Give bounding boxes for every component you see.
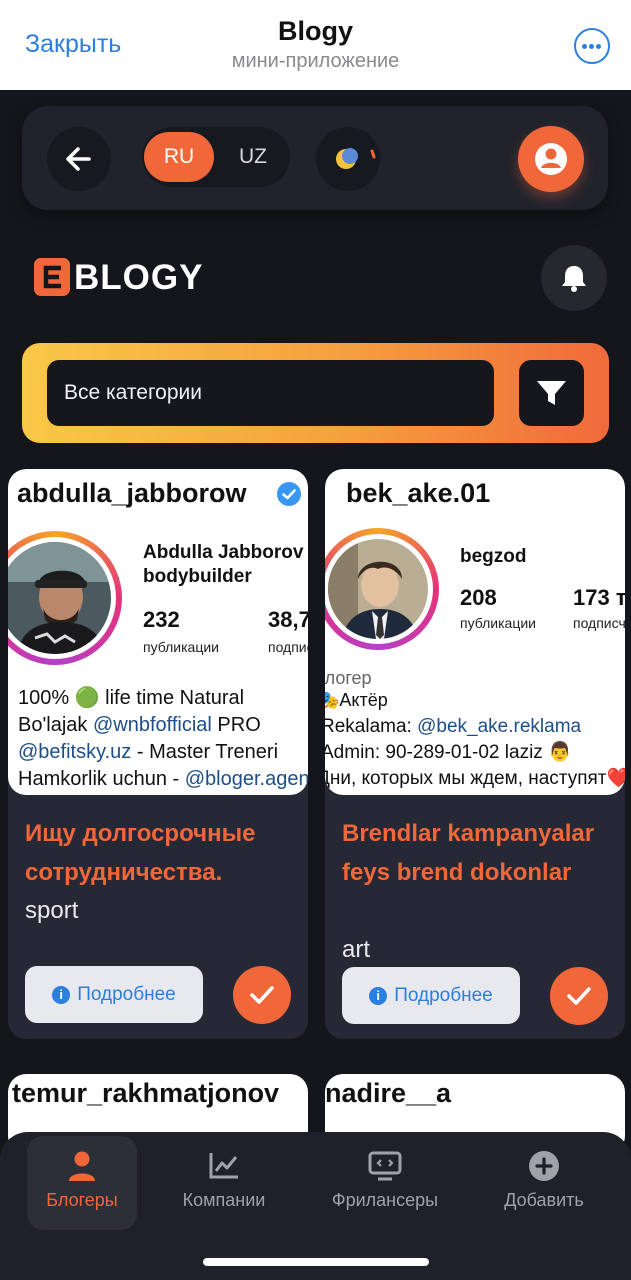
bio-line: @befitsky.uz - Master Treneri [18, 741, 279, 763]
category-select[interactable]: Все категории [47, 360, 494, 426]
blogger-card: abdulla_jabborow Abdulla Jabborov bodybu… [8, 469, 308, 1039]
app-subtitle: мини-приложение [231, 50, 400, 72]
more-options-icon[interactable] [574, 28, 610, 64]
bio-line: 🎭Актёр [325, 690, 388, 710]
notifications-button[interactable] [541, 245, 607, 311]
filter-bar: Все категории [22, 343, 609, 443]
telegram-header: Закрыть Blogy мини-приложение [0, 0, 631, 90]
followers-count: 38,7 [268, 607, 308, 632]
chart-icon [209, 1153, 238, 1179]
bell-icon [562, 266, 586, 292]
check-icon [250, 986, 274, 1004]
plus-circle-icon [529, 1151, 559, 1181]
display-name: Abdulla Jabborov [143, 542, 304, 563]
avatar-photo [328, 539, 428, 639]
lang-uz-button[interactable]: UZ [228, 132, 278, 182]
card-category: art [342, 936, 371, 963]
followers-label: подписчики [268, 639, 308, 655]
funnel-icon [537, 381, 566, 405]
nav-label: Добавить [504, 1190, 584, 1210]
bio-line: Rekalama: @bek_ake.reklama [325, 716, 582, 737]
nav-label: Блогеры [46, 1190, 118, 1210]
card-title: Brendlar kampanyalar feys brend dokonlar [342, 820, 595, 886]
user-icon [69, 1151, 95, 1181]
display-subtitle: bodybuilder [143, 566, 252, 587]
nav-item-bloggers[interactable]: Блогеры [27, 1132, 137, 1232]
bio-line: Hamkorlik uchun - @bloger.agency [18, 766, 308, 793]
moon-icon [336, 148, 376, 169]
theme-toggle-button[interactable] [316, 127, 380, 191]
followers-count: 173 тыс. [573, 585, 625, 610]
back-button[interactable] [47, 127, 111, 191]
display-name: begzod [460, 546, 527, 567]
card-username: temur_rakhmatjonov [12, 1078, 280, 1108]
avatar-photo [8, 542, 111, 654]
top-control-bar: RU UZ [22, 106, 608, 210]
nav-item-add[interactable]: Добавить [494, 1132, 594, 1232]
logo-mark-icon [34, 258, 70, 296]
avatar-ring [325, 528, 439, 650]
details-label: Подробнее [77, 983, 176, 1005]
home-indicator[interactable] [203, 1258, 429, 1266]
info-icon: i [369, 986, 388, 1005]
avatar-ring [8, 531, 122, 665]
details-label: Подробнее [394, 984, 493, 1006]
bio-link[interactable]: @wnbfofficial [93, 714, 212, 736]
category-select-value: Все категории [64, 381, 202, 404]
code-monitor-icon [368, 1151, 402, 1181]
bio-line: 100% 🟢 life time Natural [18, 687, 245, 709]
nav-label: Компании [182, 1190, 266, 1210]
app-title: Blogy [277, 16, 353, 46]
profile-button[interactable] [518, 126, 584, 192]
language-switcher: RU UZ [142, 127, 290, 187]
bio-line: Admin: 90-289-01-02 laziz 👨 [325, 742, 572, 763]
posts-count: 208 [460, 585, 497, 610]
bio-line: Дни, которых мы ждем, наступят❤️ [325, 768, 625, 789]
arrow-left-icon [66, 147, 91, 171]
card-category: sport [25, 897, 79, 924]
details-button[interactable]: i Подробнее [25, 966, 203, 1023]
bio-link[interactable]: @bloger.agency [185, 768, 308, 790]
select-button[interactable] [550, 967, 608, 1025]
blogger-card: bek_ake.01 begzod 208 публикации 173 т п… [325, 469, 625, 1039]
filter-button[interactable] [519, 360, 584, 426]
instagram-screenshot[interactable]: abdulla_jabborow Abdulla Jabborov bodybu… [8, 469, 308, 795]
details-button[interactable]: i Подробнее [342, 967, 520, 1024]
instagram-screenshot[interactable]: bek_ake.01 begzod 208 публикации 173 т п… [325, 469, 625, 795]
bio-link[interactable]: @bek_ake.reklama [417, 716, 581, 737]
nav-item-companies[interactable]: Компании [170, 1132, 278, 1232]
lang-ru-button[interactable]: RU [144, 132, 214, 182]
card-username: abdulla_jabborow [17, 478, 247, 508]
nav-label: Фрилансеры [331, 1190, 439, 1210]
followers-label: подписчики [573, 615, 625, 631]
verified-badge-icon [277, 482, 301, 506]
posts-label: публикации [143, 639, 219, 655]
nav-item-freelancers[interactable]: Фрилансеры [322, 1132, 448, 1232]
posts-count: 232 [143, 607, 180, 632]
logo-text: BLOGY [74, 258, 204, 297]
card-username: nadire__a [325, 1078, 452, 1108]
bio-link[interactable]: @befitsky.uz [18, 741, 131, 763]
check-icon [567, 987, 591, 1005]
user-circle-icon [535, 143, 567, 175]
bio-line: Bo'lajak @wnbfofficial PRO [18, 714, 261, 736]
card-username: bek_ake.01 [346, 478, 491, 508]
select-button[interactable] [233, 966, 291, 1024]
info-icon: i [52, 985, 71, 1004]
card-title: Ищу долгосрочные сотрудничества. [25, 820, 256, 886]
posts-label: публикации [460, 615, 536, 631]
